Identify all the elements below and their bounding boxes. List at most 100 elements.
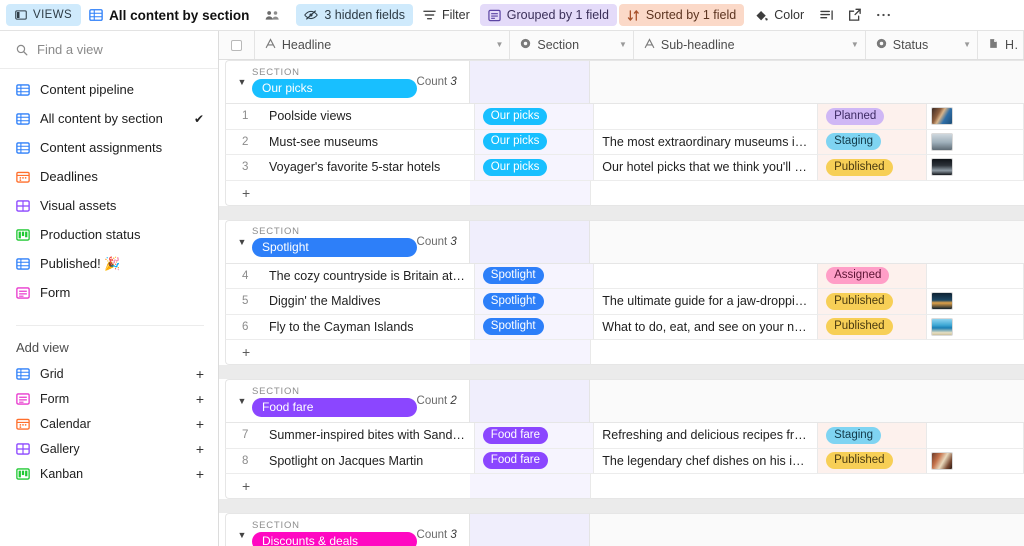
- add-record-row[interactable]: +: [219, 340, 1024, 365]
- table-row[interactable]: 8Spotlight on Jacques MartinFood fareThe…: [219, 449, 1024, 475]
- views-toggle-button[interactable]: VIEWS: [6, 4, 81, 26]
- cell-sub-headline[interactable]: Refreshing and delicious recipes from ce…: [594, 423, 818, 449]
- sidebar-view-item[interactable]: All content by section✔: [0, 104, 218, 133]
- chevron-down-icon[interactable]: ▼: [851, 41, 859, 49]
- add-view-item[interactable]: Kanban+: [0, 461, 218, 486]
- add-view-item[interactable]: Gallery+: [0, 436, 218, 461]
- sidebar-view-item[interactable]: Production status: [0, 220, 218, 249]
- cell-headline[interactable]: Must-see museums: [263, 130, 475, 156]
- cell-status[interactable]: Published: [818, 449, 927, 475]
- cell-hero-image[interactable]: [927, 155, 1024, 181]
- cell-sub-headline[interactable]: Our hotel picks that we think you'll lov…: [594, 155, 818, 181]
- color-button[interactable]: Color: [746, 4, 812, 26]
- cell-headline[interactable]: Summer-inspired bites with Sandra Key: [263, 423, 475, 449]
- add-view-plus-icon[interactable]: +: [196, 442, 204, 456]
- group-collapse-toggle-icon[interactable]: ▼: [232, 77, 252, 87]
- cell-headline[interactable]: The cozy countryside is Britain at its b…: [263, 264, 475, 290]
- collaborators-button[interactable]: [259, 4, 286, 26]
- sidebar-view-item[interactable]: Visual assets: [0, 191, 218, 220]
- cell-hero-image[interactable]: [927, 449, 1024, 475]
- cell-sub-headline[interactable]: [594, 264, 818, 290]
- group-button[interactable]: Grouped by 1 field: [480, 4, 617, 26]
- cell-status[interactable]: Staging: [818, 130, 927, 156]
- cell-status[interactable]: Published: [818, 315, 927, 341]
- add-view-item[interactable]: Form+: [0, 386, 218, 411]
- add-view-item[interactable]: Calendar+: [0, 411, 218, 436]
- add-record-row[interactable]: +: [219, 474, 1024, 499]
- cell-section[interactable]: Spotlight: [475, 315, 594, 341]
- sort-button[interactable]: Sorted by 1 field: [619, 4, 744, 26]
- group-collapse-toggle-icon[interactable]: ▼: [232, 396, 252, 406]
- table-row[interactable]: 2Must-see museumsOur picksThe most extra…: [219, 130, 1024, 156]
- column-header[interactable]: Section▼: [510, 31, 634, 59]
- sidebar-view-item[interactable]: Content pipeline: [0, 75, 218, 104]
- cell-sub-headline[interactable]: The most extraordinary museums in the wo…: [594, 130, 818, 156]
- cell-status[interactable]: Assigned: [818, 264, 927, 290]
- column-header[interactable]: He: [978, 31, 1024, 59]
- table-row[interactable]: 4The cozy countryside is Britain at its …: [219, 264, 1024, 290]
- find-a-view-row[interactable]: Find a view: [0, 31, 218, 69]
- sidebar-view-item[interactable]: Deadlines: [0, 162, 218, 191]
- table-row[interactable]: 1Poolside viewsOur picksPlanned: [219, 104, 1024, 130]
- share-export-button[interactable]: [842, 4, 868, 26]
- table-row[interactable]: 3Voyager's favorite 5-star hotelsOur pic…: [219, 155, 1024, 181]
- cell-status[interactable]: Published: [818, 289, 927, 315]
- more-options-button[interactable]: [870, 4, 897, 26]
- hidden-fields-button[interactable]: 3 hidden fields: [296, 4, 413, 26]
- cell-sub-headline[interactable]: The legendary chef dishes on his interna…: [594, 449, 818, 475]
- cell-headline[interactable]: Fly to the Cayman Islands: [263, 315, 475, 341]
- cell-section[interactable]: Our picks: [475, 155, 594, 181]
- cell-sub-headline[interactable]: What to do, eat, and see on your next vi…: [594, 315, 818, 341]
- select-all-checkbox[interactable]: [231, 40, 242, 51]
- sidebar-view-item[interactable]: Published! 🎉: [0, 249, 218, 278]
- cell-status[interactable]: Published: [818, 155, 927, 181]
- chevron-down-icon[interactable]: ▼: [495, 41, 503, 49]
- current-view-button[interactable]: All content by section: [83, 4, 257, 26]
- add-view-item[interactable]: Grid+: [0, 361, 218, 386]
- cell-status[interactable]: Staging: [818, 423, 927, 449]
- add-record-plus-icon[interactable]: +: [225, 181, 470, 206]
- cell-section[interactable]: Our picks: [475, 130, 594, 156]
- cell-section[interactable]: Our picks: [475, 104, 594, 130]
- add-view-plus-icon[interactable]: +: [196, 417, 204, 431]
- add-record-plus-icon[interactable]: +: [225, 340, 470, 365]
- cell-section[interactable]: Food fare: [475, 423, 594, 449]
- cell-headline[interactable]: Poolside views: [263, 104, 475, 130]
- add-record-row[interactable]: +: [219, 181, 1024, 206]
- table-row[interactable]: 6Fly to the Cayman IslandsSpotlightWhat …: [219, 315, 1024, 341]
- group-header[interactable]: ▼SECTIONOur picksCount 3: [219, 60, 1024, 104]
- group-header[interactable]: ▼SECTIONDiscounts & dealsCount 3: [219, 513, 1024, 546]
- group-collapse-toggle-icon[interactable]: ▼: [232, 530, 252, 540]
- row-height-button[interactable]: [814, 4, 840, 26]
- add-view-plus-icon[interactable]: +: [196, 367, 204, 381]
- group-collapse-toggle-icon[interactable]: ▼: [232, 237, 252, 247]
- cell-hero-image[interactable]: [927, 315, 1024, 341]
- table-row[interactable]: 5Diggin' the MaldivesSpotlightThe ultima…: [219, 289, 1024, 315]
- column-header[interactable]: Sub-headline▼: [634, 31, 866, 59]
- cell-hero-image[interactable]: [927, 104, 1024, 130]
- cell-hero-image[interactable]: [927, 130, 1024, 156]
- cell-section[interactable]: Spotlight: [475, 289, 594, 315]
- cell-section[interactable]: Food fare: [475, 449, 594, 475]
- select-all-checkbox-cell[interactable]: [219, 31, 255, 59]
- cell-sub-headline[interactable]: [594, 104, 818, 130]
- table-row[interactable]: 7Summer-inspired bites with Sandra KeyFo…: [219, 423, 1024, 449]
- sidebar-view-item[interactable]: Form: [0, 278, 218, 307]
- column-header[interactable]: Status▼: [866, 31, 978, 59]
- add-record-plus-icon[interactable]: +: [225, 474, 470, 499]
- cell-headline[interactable]: Spotlight on Jacques Martin: [263, 449, 475, 475]
- cell-hero-image[interactable]: [927, 423, 1024, 449]
- group-header[interactable]: ▼SECTIONFood fareCount 2: [219, 379, 1024, 423]
- cell-headline[interactable]: Diggin' the Maldives: [263, 289, 475, 315]
- cell-hero-image[interactable]: [927, 289, 1024, 315]
- chevron-down-icon[interactable]: ▼: [963, 41, 971, 49]
- filter-button[interactable]: Filter: [415, 4, 478, 26]
- group-header[interactable]: ▼SECTIONSpotlightCount 3: [219, 220, 1024, 264]
- cell-hero-image[interactable]: [927, 264, 1024, 290]
- cell-sub-headline[interactable]: The ultimate guide for a jaw-dropping jo…: [594, 289, 818, 315]
- chevron-down-icon[interactable]: ▼: [619, 41, 627, 49]
- column-header[interactable]: Headline▼: [255, 31, 510, 59]
- cell-section[interactable]: Spotlight: [475, 264, 594, 290]
- cell-status[interactable]: Planned: [818, 104, 927, 130]
- sidebar-view-item[interactable]: Content assignments: [0, 133, 218, 162]
